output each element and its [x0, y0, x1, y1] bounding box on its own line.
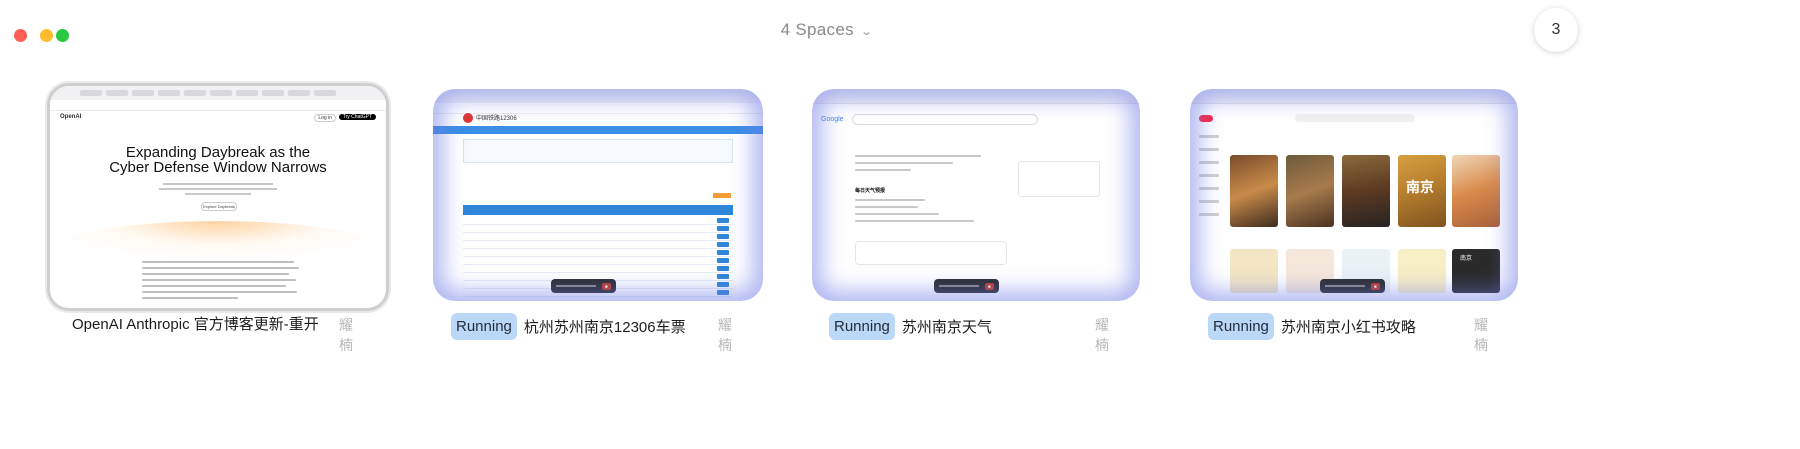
space-owner: 耀楠 [339, 317, 353, 353]
stop-icon: ■ [1371, 282, 1380, 290]
query-button [713, 193, 731, 198]
agent-status-pill: ■ [1320, 279, 1385, 293]
note-tile [1452, 155, 1500, 227]
side-panel [1018, 161, 1100, 197]
browser-tab-bar [1190, 89, 1518, 104]
status-badge: Running [829, 313, 895, 340]
browser-tab-bar [50, 86, 386, 101]
stop-icon: ■ [985, 282, 994, 290]
status-badge: Running [451, 313, 517, 340]
site-nav: OpenAI Log in Try ChatGPT [60, 114, 376, 124]
tile-text: 南京 [1406, 179, 1434, 195]
search-input [1295, 114, 1415, 122]
space-caption: OpenAI Anthropic 官方博客更新-重开 [72, 313, 319, 334]
ticket-table-header [463, 205, 733, 215]
tile-text: 南京 [1460, 256, 1473, 262]
headline-line-2: Cyber Defense Window Narrows [109, 159, 327, 176]
space-title: 苏州南京天气 [901, 319, 992, 336]
space-preview[interactable]: 南京 南京 ■ [1190, 89, 1518, 301]
hero-gradient [50, 221, 386, 261]
space-preview[interactable]: Google 每日天气预报 ■ [812, 89, 1140, 301]
status-badge: Running [1208, 313, 1274, 340]
headline-line-1: Expanding Daybreak as the [125, 144, 311, 161]
chevron-down-icon: ⌄ [859, 26, 874, 38]
space-owner: 耀楠 [1095, 317, 1109, 353]
space-preview[interactable]: 中国铁路12306 ■ [433, 89, 763, 301]
browser-tab-bar [433, 89, 763, 104]
article-body-lines [142, 261, 302, 303]
agent-status-pill: ■ [551, 279, 616, 293]
spaces-switcher[interactable]: 4 Spaces ⌄ [0, 20, 1652, 40]
cta-button: Try ChatGPT [338, 114, 376, 120]
note-tile [1398, 249, 1446, 293]
ai-mode-box [855, 241, 1007, 265]
explore-button: Explore Daybreak [201, 202, 237, 211]
railway-logo-icon [463, 113, 473, 123]
forecast-lines [855, 199, 995, 227]
note-tile: 南京 [1398, 155, 1446, 227]
site-logo-icon [1199, 115, 1213, 122]
space-caption: Running 杭州苏州南京12306车票 [451, 313, 686, 340]
space-caption: Running 苏州南京小红书攻略 [1208, 313, 1416, 340]
space-owner: 耀楠 [718, 317, 732, 353]
space-title: 苏州南京小红书攻略 [1280, 319, 1416, 336]
site-logo: OpenAI [60, 114, 82, 120]
space-owner: 耀楠 [1474, 317, 1488, 353]
space-title: OpenAI Anthropic 官方博客更新-重开 [72, 316, 319, 333]
search-input [852, 114, 1038, 125]
space-caption: Running 苏州南京天气 [829, 313, 992, 340]
note-tile: 南京 [1452, 249, 1500, 293]
login-button: Log in [314, 114, 336, 122]
stop-icon: ■ [602, 282, 611, 290]
agent-status-pill: ■ [934, 279, 999, 293]
note-tile [1342, 155, 1390, 227]
note-tile [1230, 249, 1278, 293]
spaces-title: 4 Spaces [780, 20, 854, 39]
site-nav-bar [433, 126, 763, 134]
section-heading: 每日天气预报 [855, 188, 886, 194]
site-logo: 中国铁路12306 [476, 116, 517, 122]
ticket-search-form [463, 139, 733, 163]
article-headline: Expanding Daybreak as the Cyber Defense … [50, 145, 386, 175]
article-subtitle-lines [155, 183, 281, 195]
space-count-badge[interactable]: 3 [1534, 8, 1578, 52]
note-tile [1230, 155, 1278, 227]
result-lines [855, 155, 995, 176]
space-title: 杭州苏州南京12306车票 [523, 319, 686, 336]
address-bar [50, 100, 386, 111]
note-tile [1286, 155, 1334, 227]
browser-tab-bar [812, 89, 1140, 104]
sidebar-menu [1199, 135, 1219, 226]
space-preview[interactable]: OpenAI Log in Try ChatGPT Expanding Dayb… [47, 83, 389, 311]
site-logo: Google [821, 116, 844, 123]
